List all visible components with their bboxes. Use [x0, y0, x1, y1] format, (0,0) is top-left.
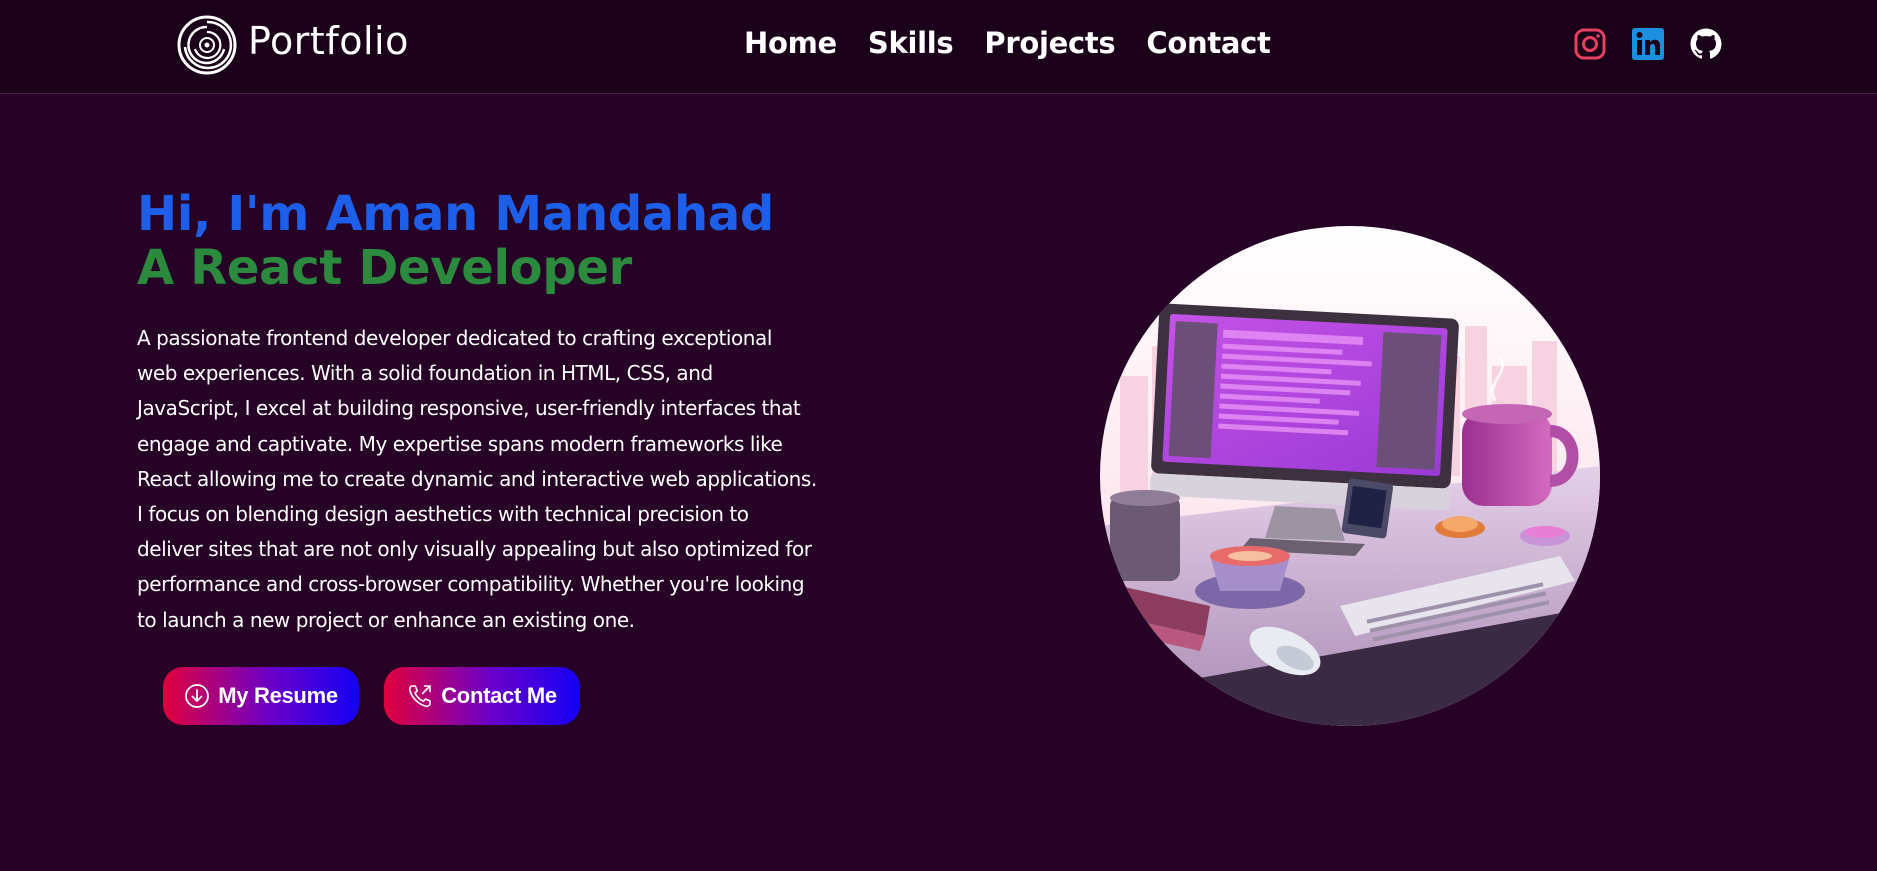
linkedin-icon[interactable]: [1631, 27, 1665, 61]
desk-workspace-illustration: [1100, 226, 1600, 726]
hero-greeting: Hi, I'm Aman Mandahad: [137, 186, 774, 242]
github-icon[interactable]: [1689, 27, 1723, 61]
brand[interactable]: Portfolio: [176, 12, 409, 78]
hero-description: A passionate frontend developer dedicate…: [137, 326, 817, 632]
spiral-logo-icon: [177, 15, 237, 75]
social-links: [1573, 27, 1723, 61]
my-resume-button[interactable]: My Resume: [163, 667, 359, 725]
contact-me-button[interactable]: Contact Me: [384, 667, 580, 725]
hero-role: A React Developer: [137, 240, 633, 296]
navbar: Portfolio Home Skills Projects Contact: [0, 0, 1877, 94]
phone-outgoing-icon: [409, 685, 432, 708]
workspace-illustration-svg: [1100, 226, 1600, 726]
main-nav: Home Skills Projects Contact: [744, 26, 1271, 60]
nav-link-projects[interactable]: Projects: [984, 26, 1115, 60]
nav-link-skills[interactable]: Skills: [868, 26, 954, 60]
brand-name: Portfolio: [248, 19, 409, 63]
instagram-icon[interactable]: [1573, 27, 1607, 61]
nav-link-contact[interactable]: Contact: [1146, 26, 1271, 60]
my-resume-label: My Resume: [218, 683, 338, 708]
nav-link-home[interactable]: Home: [744, 26, 837, 60]
contact-me-label: Contact Me: [441, 683, 557, 708]
download-circle-icon: [185, 684, 210, 708]
